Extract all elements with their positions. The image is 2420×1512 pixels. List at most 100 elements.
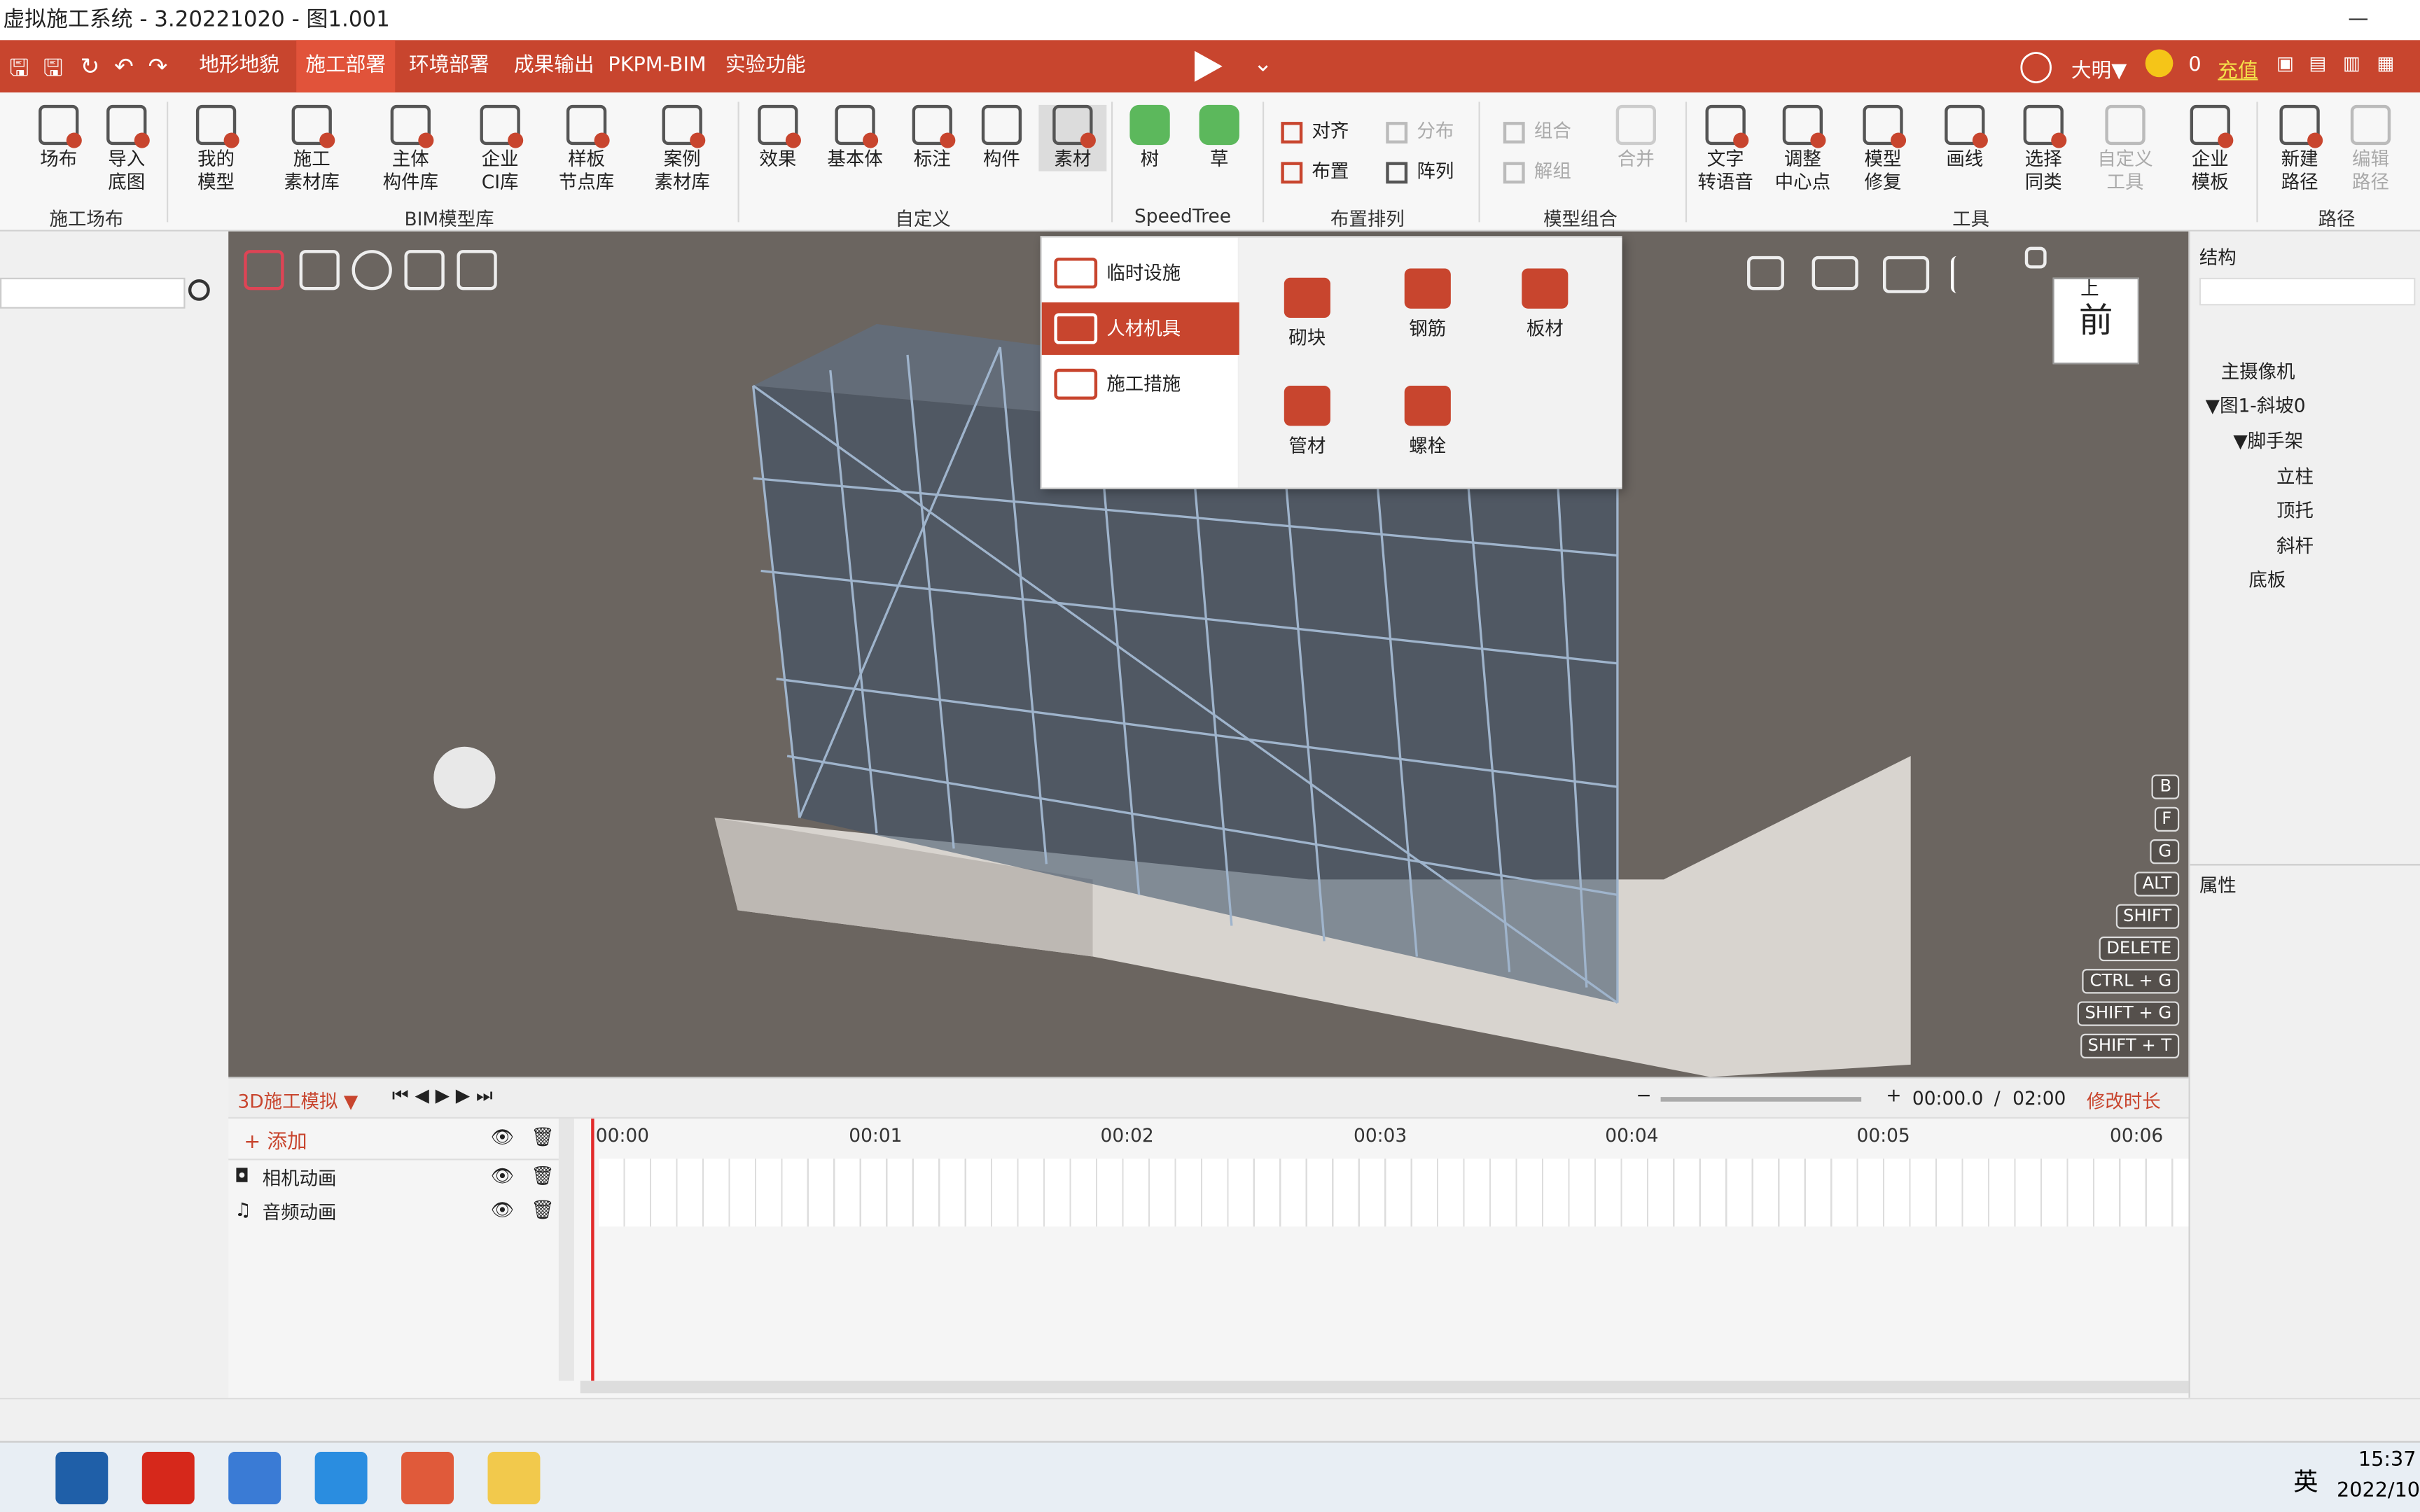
tab-environment[interactable]: 环境部署 [400,40,499,92]
tree-item-diagonal[interactable]: 斜杆 [2276,532,2314,558]
play-icon[interactable] [1194,50,1223,82]
tab-pkpm[interactable]: PKPM-BIM [599,40,716,92]
user-name[interactable]: 大明▼ [2071,54,2127,83]
tree-item-upright[interactable]: 立柱 [2276,463,2314,489]
material-bolt[interactable]: 螺栓 [1382,386,1474,458]
select-tool-icon[interactable] [244,250,284,290]
undo-icon[interactable]: ↶ [114,52,134,80]
recharge-link[interactable]: 充值 [2218,54,2258,83]
key-delete[interactable]: DELETE [2099,936,2180,962]
custom-tool-button[interactable]: 自定义 工具 [2092,104,2160,195]
photos-icon[interactable] [314,1452,368,1504]
component-lib-button[interactable]: 主体 构件库 [377,104,445,195]
case-lib-button[interactable]: 案例 素材库 [648,104,716,195]
array-button[interactable]: 阵列 [1386,158,1454,183]
grass-button[interactable]: 草 [1185,104,1253,172]
transport-controls[interactable]: ⏮◀▶▶⏭ [392,1084,499,1107]
tree-item-baseplate[interactable]: 底板 [2248,566,2286,592]
material-pipe[interactable]: 管材 [1261,386,1354,458]
edit-path-button[interactable]: 编辑 路径 [2337,104,2405,195]
folder-icon[interactable] [487,1452,541,1504]
enterprise-template-button[interactable]: 企业 模板 [2176,104,2244,195]
site-layout-button[interactable]: 场布 [25,104,92,172]
merge-button[interactable]: 合并 [1602,104,1670,172]
rotate-tool-icon[interactable] [352,250,392,290]
input-language[interactable]: 英 [2293,1461,2318,1498]
select-similar-button[interactable]: 选择 同类 [2010,104,2078,195]
group-button[interactable]: 组合 [1503,118,1571,144]
tree-item-scaffold[interactable]: ▼脚手架 [2233,428,2303,454]
eye-icon[interactable]: 👁 [491,1165,515,1186]
annotate-button[interactable]: 标注 [898,104,966,172]
key-shift[interactable]: SHIFT [2115,904,2180,929]
template-node-button[interactable]: 样板 节点库 [552,104,620,195]
new-path-button[interactable]: 新建 路径 [2266,104,2334,195]
minimize-icon[interactable] [2349,18,2368,20]
tab-experimental[interactable]: 实验功能 [716,40,815,92]
my-model-button[interactable]: 我的 模型 [182,104,250,195]
tree-item-slope[interactable]: ▼图1-斜坡0 [2206,392,2306,418]
add-track-button[interactable]: + 添加 [244,1125,307,1154]
category-labor-materials[interactable]: 人材机具 [1041,302,1239,355]
key-alt[interactable]: ALT [2134,872,2180,897]
playhead[interactable] [591,1118,594,1381]
axis-icon[interactable] [1950,255,1988,293]
trash-icon[interactable]: 🗑 [531,1199,555,1221]
mode-select[interactable]: 3D施工模拟 ▼ [237,1088,358,1114]
zoom-out-icon[interactable]: − [1636,1084,1651,1106]
horizontal-scrollbar[interactable] [580,1380,2189,1394]
app-icon[interactable] [228,1452,281,1504]
effect-button[interactable]: 效果 [744,104,812,172]
key-g[interactable]: G [2150,839,2180,864]
copy-icon[interactable]: ▣ [2276,52,2294,74]
walk-icon[interactable] [1747,255,1784,290]
draw-line-button[interactable]: 画线 [1931,104,1998,172]
distribute-button[interactable]: 分布 [1386,118,1454,144]
trash-icon[interactable]: 🗑 [531,1126,555,1148]
revit-icon[interactable] [55,1452,109,1504]
window-controls[interactable] [2328,0,2420,40]
primitive-button[interactable]: 基本体 [821,104,889,172]
phone-icon[interactable]: ▦ [2377,52,2394,74]
track-camera[interactable]: 相机动画 [263,1165,337,1191]
tts-button[interactable]: 文字 转语音 [1692,104,1760,195]
tree-item-top-support[interactable]: 顶托 [2276,497,2314,523]
key-f[interactable]: F [2154,806,2180,832]
focus-icon[interactable] [1883,255,1930,293]
pkpm-icon[interactable] [401,1452,454,1504]
material-button[interactable]: 素材 [1038,104,1107,172]
scale-tool-icon[interactable] [404,250,445,290]
search-icon[interactable] [188,279,210,301]
move-tool-icon[interactable] [299,250,340,290]
construction-lib-button[interactable]: 施工 素材库 [278,104,346,195]
user-avatar-icon[interactable]: ◯ [2019,46,2053,83]
tab-terrain[interactable]: 地形地貌 [190,40,288,92]
chat-icon[interactable]: ▤ [2309,52,2326,74]
key-shift-g[interactable]: SHIFT + G [2077,1001,2180,1026]
category-temp-facility[interactable]: 临时设施 [1042,247,1239,300]
key-ctrl-g[interactable]: CTRL + G [2082,969,2180,994]
key-b[interactable]: B [2152,774,2180,799]
tab-output[interactable]: 成果输出 [505,40,604,92]
adjust-center-button[interactable]: 调整 中心点 [1769,104,1837,195]
edit-duration-button[interactable]: 修改时长 [2087,1088,2161,1114]
material-board[interactable]: 板材 [1498,268,1591,342]
redo-icon[interactable]: ↷ [148,52,168,80]
book-icon[interactable]: ▥ [2343,52,2360,74]
ungroup-button[interactable]: 解组 [1503,158,1571,183]
place-button[interactable]: 布置 [1281,158,1349,183]
home-icon[interactable] [2024,246,2047,269]
frame-tool-icon[interactable] [457,250,497,290]
save-icon[interactable]: 🖫 [9,52,29,91]
chevron-down-icon[interactable]: ⌄ [1253,50,1273,78]
enterprise-ci-button[interactable]: 企业 CI库 [466,104,534,195]
zoom-in-icon[interactable]: + [1886,1084,1901,1106]
component-button[interactable]: 构件 [968,104,1036,172]
model-repair-button[interactable]: 模型 修复 [1849,104,1917,195]
zoom-slider[interactable] [1660,1097,1862,1102]
material-rebar[interactable]: 钢筋 [1382,268,1474,342]
tab-construction[interactable]: 施工部署 [296,40,396,93]
track-audio[interactable]: 音频动画 [263,1199,337,1225]
wps-icon[interactable] [141,1452,195,1504]
import-base-button[interactable]: 导入 底图 [92,104,160,195]
